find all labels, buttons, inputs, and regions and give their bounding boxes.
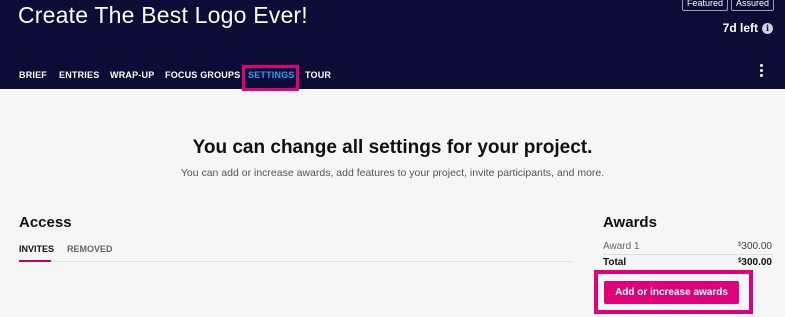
- total-amount: $300.00: [738, 257, 772, 268]
- award-value: 300.00: [741, 241, 772, 252]
- tab-wrap-up[interactable]: WRAP-UP: [110, 70, 154, 80]
- tab-entries[interactable]: ENTRIES: [59, 70, 99, 80]
- time-left: 7d left i: [723, 21, 773, 35]
- awards-title: Awards: [603, 214, 657, 231]
- settings-heading: You can change all settings for your pro…: [192, 137, 593, 158]
- add-or-increase-awards-button[interactable]: Add or increase awards: [604, 281, 739, 304]
- total-currency: $: [738, 258, 742, 264]
- access-title: Access: [19, 214, 72, 231]
- project-header: Create The Best Logo Ever! Featured Assu…: [0, 0, 785, 91]
- award-amount: $300.00: [738, 241, 772, 252]
- award-currency: $: [738, 242, 742, 248]
- featured-badge: Featured: [681, 0, 728, 11]
- awards-total-row: Total $300.00: [603, 257, 772, 268]
- tab-removed[interactable]: REMOVED: [67, 244, 113, 254]
- tab-tour[interactable]: TOUR: [305, 70, 331, 80]
- active-tab-indicator: [19, 260, 51, 262]
- access-tabs-divider: [51, 261, 573, 262]
- awards-divider: [603, 254, 772, 255]
- award-row: Award 1 $300.00: [603, 241, 772, 252]
- project-title: Create The Best Logo Ever!: [18, 2, 308, 28]
- tab-invites[interactable]: INVITES: [19, 244, 54, 254]
- settings-tab-highlight: [242, 65, 299, 91]
- time-left-label: 7d left: [722, 21, 758, 35]
- settings-subheading: You can add or increase awards, add feat…: [180, 167, 605, 179]
- project-badges: Featured Assured: [681, 0, 774, 11]
- total-label: Total: [603, 257, 627, 268]
- more-options-icon[interactable]: [758, 64, 764, 77]
- award-label: Award 1: [603, 241, 640, 252]
- info-icon[interactable]: i: [762, 22, 773, 34]
- assured-badge: Assured: [730, 0, 774, 11]
- total-value: 300.00: [741, 257, 772, 268]
- tab-focus-groups[interactable]: FOCUS GROUPS: [165, 70, 240, 80]
- tab-brief[interactable]: BRIEF: [19, 70, 47, 80]
